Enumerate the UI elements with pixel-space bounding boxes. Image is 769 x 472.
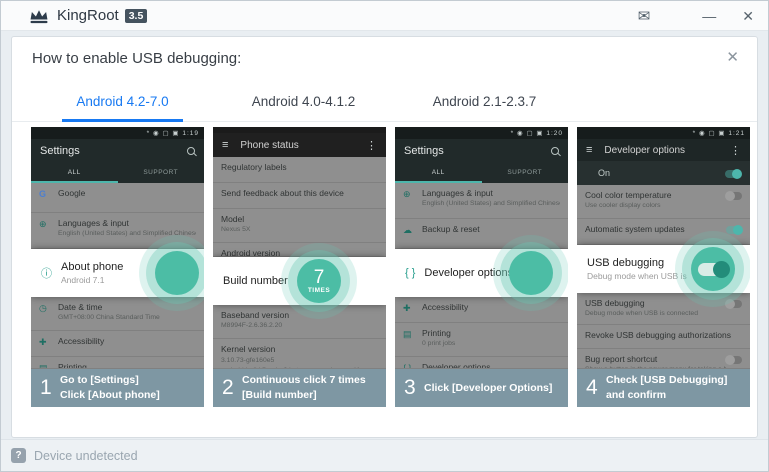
device-status-text: Device undetected	[34, 449, 138, 463]
step-1: * ◉ ▢ ▣ 1:19 Settings ALL SUPPORT G Goog…	[31, 127, 204, 407]
list-item: ✚ Accessibility	[31, 331, 204, 357]
tap-indicator-icon: 7 TIMES	[288, 250, 350, 312]
toggle-off	[726, 300, 742, 308]
minimize-button[interactable]: —	[702, 8, 716, 24]
phone-screenshot-step4: * ◉ ▢ ▣ 1:21 ≡ Developer options ⋮ On Co…	[577, 127, 750, 369]
step-caption: 3 Click [Developer Options]	[395, 369, 568, 407]
search-icon	[187, 147, 195, 155]
tab-android-4-0-4-1-2[interactable]: Android 4.0-4.1.2	[213, 86, 394, 121]
phone-screenshot-step1: * ◉ ▢ ▣ 1:19 Settings ALL SUPPORT G Goog…	[31, 127, 204, 369]
usb-debugging-dialog: How to enable USB debugging: ✕ Android 4…	[11, 36, 758, 438]
phone-status-header: ≡ Phone status ⋮	[213, 133, 386, 157]
cloud-icon: ☁	[403, 224, 422, 248]
highlight-build-number: Build number 7 TIMES	[213, 257, 386, 305]
phone-status-bar: * ◉ ▢ ▣ 1:20	[395, 127, 568, 139]
phone-screenshot-step2: ≡ Phone status ⋮ Regulatory labels Send …	[213, 127, 386, 369]
help-icon[interactable]: ?	[11, 448, 26, 463]
crown-logo-icon	[28, 8, 50, 24]
tab-android-2-1-2-3-7[interactable]: Android 2.1-2.3.7	[394, 86, 575, 121]
braces-icon: { }	[403, 362, 422, 368]
toggle-on	[726, 226, 742, 234]
accessibility-icon: ✚	[403, 302, 422, 322]
list-item: Model Nexus 5X	[213, 209, 386, 243]
settings-header: Settings	[31, 139, 204, 163]
tap-indicator-icon	[682, 238, 744, 300]
phone-screenshot-step3: * ◉ ▢ ▣ 1:20 Settings ALL SUPPORT ⊕ Lang…	[395, 127, 568, 369]
list-item: Bug report shortcut Show a button in the…	[577, 349, 750, 369]
tap-indicator-icon	[500, 242, 562, 304]
list-item: Send feedback about this device	[213, 183, 386, 209]
highlight-usb-debugging: USB debugging Debug mode when USB is	[577, 245, 750, 293]
step-3: * ◉ ▢ ▣ 1:20 Settings ALL SUPPORT ⊕ Lang…	[395, 127, 568, 407]
kingroot-window: KingRoot 3.5 ✉ — ✕ How to enable USB deb…	[0, 0, 769, 472]
list-item: Kernel version 3.10.73-gfe160e5 android-…	[213, 339, 386, 369]
step-number: 1	[40, 376, 60, 400]
toggle-on	[698, 263, 728, 276]
status-bar: ? Device undetected	[1, 439, 768, 471]
list-item: Baseband version M8994F-2.6.36.2.20	[213, 305, 386, 339]
printer-icon: ▤	[403, 328, 422, 356]
tap-indicator-icon	[146, 242, 204, 304]
dialog-close-icon[interactable]: ✕	[726, 48, 739, 66]
step-4: * ◉ ▢ ▣ 1:21 ≡ Developer options ⋮ On Co…	[577, 127, 750, 407]
globe-icon: ⊕	[39, 218, 58, 248]
phone-status-bar: * ◉ ▢ ▣ 1:19	[31, 127, 204, 139]
tab-all: ALL	[395, 163, 482, 183]
step-number: 3	[404, 376, 424, 400]
step-caption: 4 Check [USB Debugging] and confirm	[577, 369, 750, 407]
settings-tabs: ALL SUPPORT	[31, 163, 204, 183]
list-item: ⊕ Languages & input English (United Stat…	[395, 183, 568, 219]
dialog-title: How to enable USB debugging:	[32, 50, 241, 67]
google-icon: G	[39, 188, 58, 212]
list-item: Android version	[213, 243, 386, 257]
list-item: Cool color temperature Use cooler displa…	[577, 185, 750, 219]
step-number: 2	[222, 376, 242, 400]
toggle-on	[725, 170, 741, 178]
list-item: Regulatory labels	[213, 157, 386, 183]
settings-header: Settings	[395, 139, 568, 163]
braces-icon: { }	[405, 267, 415, 279]
list-item: { } Developer options	[395, 357, 568, 369]
menu-icon: ≡	[222, 139, 228, 151]
list-item: ▤ Printing 0 print jobs	[395, 323, 568, 357]
tab-support: SUPPORT	[482, 163, 569, 183]
version-badge: 3.5	[125, 9, 148, 23]
globe-icon: ⊕	[403, 188, 422, 218]
window-close-button[interactable]: ✕	[742, 8, 754, 25]
highlight-about-phone: ⓘ About phone Android 7.1	[31, 249, 204, 297]
tutorial-steps: * ◉ ▢ ▣ 1:19 Settings ALL SUPPORT G Goog…	[31, 127, 750, 407]
phone-status-bar: * ◉ ▢ ▣ 1:21	[577, 127, 750, 139]
info-icon: ⓘ	[41, 265, 52, 281]
printer-icon: ▤	[39, 362, 58, 368]
android-version-tabs: Android 4.2-7.0 Android 4.0-4.1.2 Androi…	[12, 86, 757, 122]
tab-all: ALL	[31, 163, 118, 183]
step-caption: 2 Continuous click 7 times [Build number…	[213, 369, 386, 407]
toggle-off	[726, 356, 742, 364]
search-icon	[551, 147, 559, 155]
list-item: ▤ Printing	[31, 357, 204, 369]
overflow-menu-icon: ⋮	[366, 139, 377, 152]
list-item: G Google	[31, 183, 204, 213]
overflow-menu-icon: ⋮	[730, 144, 741, 157]
titlebar: KingRoot 3.5 ✉ — ✕	[1, 1, 768, 31]
list-item: Revoke USB debugging authorizations	[577, 325, 750, 349]
developer-options-on-row: On	[577, 161, 750, 185]
app-title: KingRoot	[57, 7, 119, 24]
menu-icon: ≡	[586, 144, 592, 156]
clock-icon: ◷	[39, 302, 58, 330]
tab-android-4-2-7-0[interactable]: Android 4.2-7.0	[32, 86, 213, 121]
settings-tabs: ALL SUPPORT	[395, 163, 568, 183]
accessibility-icon: ✚	[39, 336, 58, 356]
mail-icon[interactable]: ✉	[638, 7, 651, 25]
step-number: 4	[586, 376, 606, 400]
step-caption: 1 Go to [Settings] Click [About phone]	[31, 369, 204, 407]
highlight-developer-options: { } Developer options	[395, 249, 568, 297]
developer-options-header: ≡ Developer options ⋮	[577, 139, 750, 161]
step-2: ≡ Phone status ⋮ Regulatory labels Send …	[213, 127, 386, 407]
toggle-off	[726, 192, 742, 200]
tab-support: SUPPORT	[118, 163, 205, 183]
